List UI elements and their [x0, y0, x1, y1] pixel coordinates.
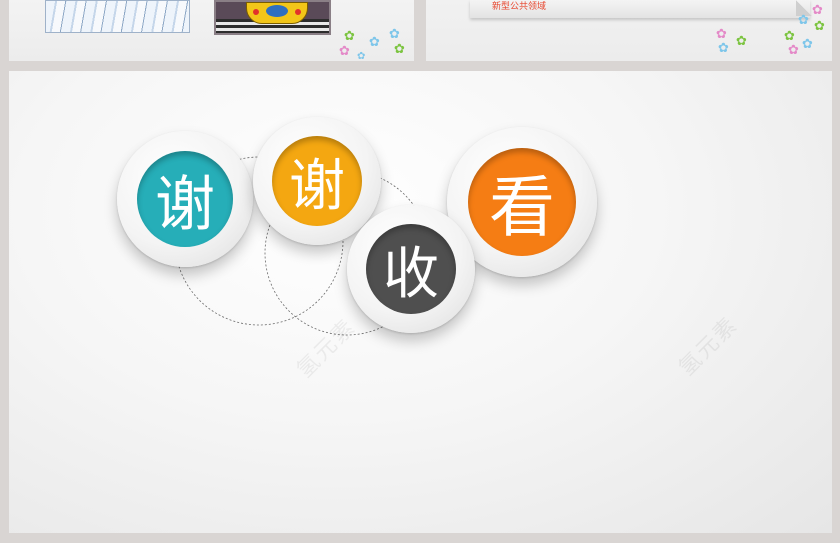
badge-thanks-1: 谢 [117, 131, 253, 267]
slide-thumbnail-top-right[interactable]: 新型公共领域 ✿ ✿ ✿ ✿ ✿ ✿ ✿ ✿ ✿ [426, 0, 832, 61]
flower-icon: ✿ [798, 13, 809, 28]
note-card: 新型公共领域 [470, 0, 812, 18]
cartoon-car-image [214, 0, 331, 35]
flower-icon: ✿ [394, 42, 405, 57]
flower-icon: ✿ [736, 34, 747, 49]
badge-char-1: 谢 [137, 151, 233, 247]
flower-icon: ✿ [814, 19, 825, 34]
car-light-right [295, 9, 301, 15]
flower-icon: ✿ [788, 43, 799, 58]
badge-char-4: 看 [468, 148, 576, 256]
flower-icon: ✿ [716, 27, 727, 42]
slide-thumbnail-top-left[interactable]: ✿ ✿ ✿ ✿ ✿ ✿ [9, 0, 414, 62]
badge-char-2: 谢 [272, 136, 362, 226]
badge-receive: 收 [347, 205, 475, 333]
flower-icon: ✿ [718, 41, 729, 56]
car-light-left [253, 9, 259, 15]
flower-icon: ✿ [389, 27, 400, 42]
badge-thanks-2: 谢 [253, 117, 381, 245]
main-slide[interactable]: 氢元素 氢元素 谢 谢 看 收 [9, 71, 832, 533]
flower-icon: ✿ [357, 51, 366, 62]
flower-icon: ✿ [784, 29, 795, 44]
badge-char-3: 收 [366, 224, 456, 314]
flower-icon: ✿ [369, 35, 380, 50]
sketch-image [45, 0, 190, 33]
flower-icon: ✿ [802, 37, 813, 52]
flower-icon: ✿ [344, 29, 355, 44]
car-window-shape [266, 5, 288, 17]
car-body-shape [246, 2, 308, 24]
flower-icon: ✿ [339, 44, 350, 59]
note-text: 新型公共领域 [492, 2, 547, 12]
flower-icon: ✿ [812, 3, 823, 18]
